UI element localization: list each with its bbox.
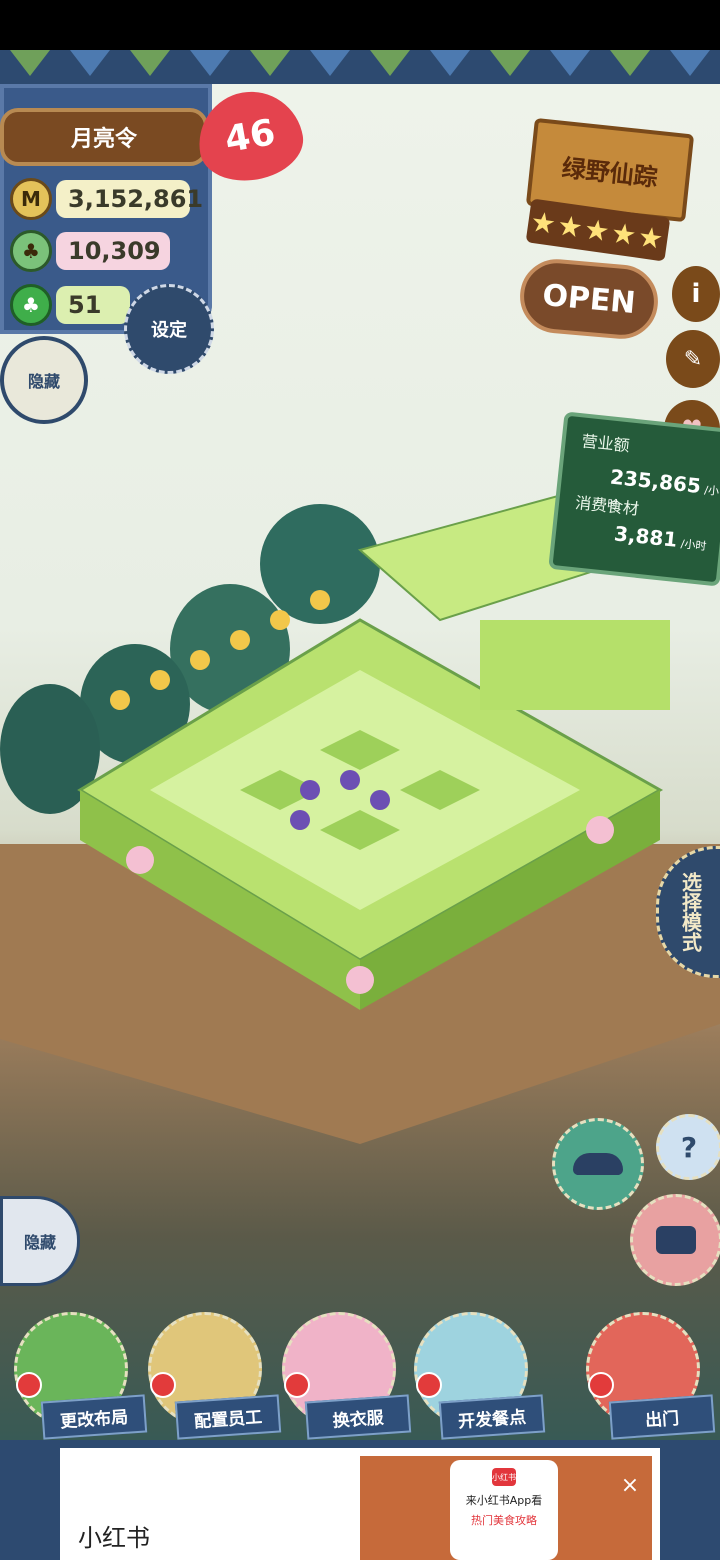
exit-label: 出门 — [608, 1394, 716, 1440]
money-value: 3,152,861 — [56, 180, 203, 218]
vegetable-basket-icon: ♣ — [10, 230, 52, 272]
food-row: ♣ 10,309 — [10, 228, 170, 274]
income-board: 营业额 235,865/小时 消费食材 3,881/小时 — [548, 411, 720, 587]
owner-name: 月亮令 — [70, 127, 137, 152]
ad-brand: 小红书 — [78, 1524, 150, 1552]
status-bar — [0, 0, 720, 50]
consume-value: 3,881/小时 — [613, 521, 708, 555]
clover-value: 51 — [56, 286, 130, 324]
select-mode-label: 选择模式 — [678, 872, 703, 952]
help-button[interactable]: ? — [656, 1114, 720, 1180]
hat-button[interactable] — [552, 1118, 644, 1210]
coin-icon: M — [10, 178, 52, 220]
menu-dev-label: 开发餐点 — [438, 1394, 546, 1440]
pin-icon — [150, 1372, 176, 1398]
owner-name-sign[interactable]: 月亮令 — [0, 108, 208, 166]
pin-icon — [16, 1372, 42, 1398]
settings-button[interactable]: 设定 — [124, 284, 214, 374]
staff-label: 配置员工 — [174, 1394, 282, 1440]
consume-unit: /小时 — [680, 537, 708, 553]
level-value: 46 — [221, 111, 279, 161]
close-icon[interactable]: × — [618, 1474, 642, 1498]
help-icon: ? — [680, 1130, 698, 1164]
clover-icon: ♣ — [10, 284, 52, 326]
camera-icon — [656, 1226, 696, 1254]
clothes-label: 换衣服 — [304, 1394, 412, 1440]
revenue-label: 营业额 — [580, 431, 631, 456]
book-icon[interactable]: ✎ — [666, 330, 720, 388]
settings-label: 设定 — [151, 320, 187, 341]
shop-name: 绿野仙踪 — [560, 153, 659, 192]
camera-button[interactable] — [630, 1194, 720, 1286]
hat-icon — [573, 1153, 623, 1175]
layout-label: 更改布局 — [40, 1394, 148, 1440]
pin-icon — [416, 1372, 442, 1398]
hide-ui-button[interactable]: 隐藏 — [0, 336, 88, 424]
pin-icon — [284, 1372, 310, 1398]
bunting-decoration — [0, 50, 720, 84]
clover-row: ♣ 51 — [10, 282, 130, 328]
pin-icon — [588, 1372, 614, 1398]
food-value: 10,309 — [56, 232, 170, 270]
money-row: M 3,152,861 — [10, 176, 203, 222]
info-icon[interactable]: i — [672, 266, 720, 322]
ad-card-sub: 热门美食攻略 — [471, 1514, 537, 1527]
ad-card[interactable]: 小红书 来小红书App看 热门美食攻略 — [450, 1460, 558, 1560]
ad-logo-icon: 小红书 — [492, 1468, 516, 1486]
ad-card-title: 来小红书App看 — [465, 1494, 543, 1507]
restaurant-floor[interactable] — [60, 490, 680, 1050]
hide-ui-label: 隐藏 — [27, 372, 60, 391]
open-status: OPEN — [541, 277, 637, 321]
hide-bottom-label: 隐藏 — [23, 1233, 56, 1252]
consume-amount: 3,881 — [613, 521, 679, 552]
